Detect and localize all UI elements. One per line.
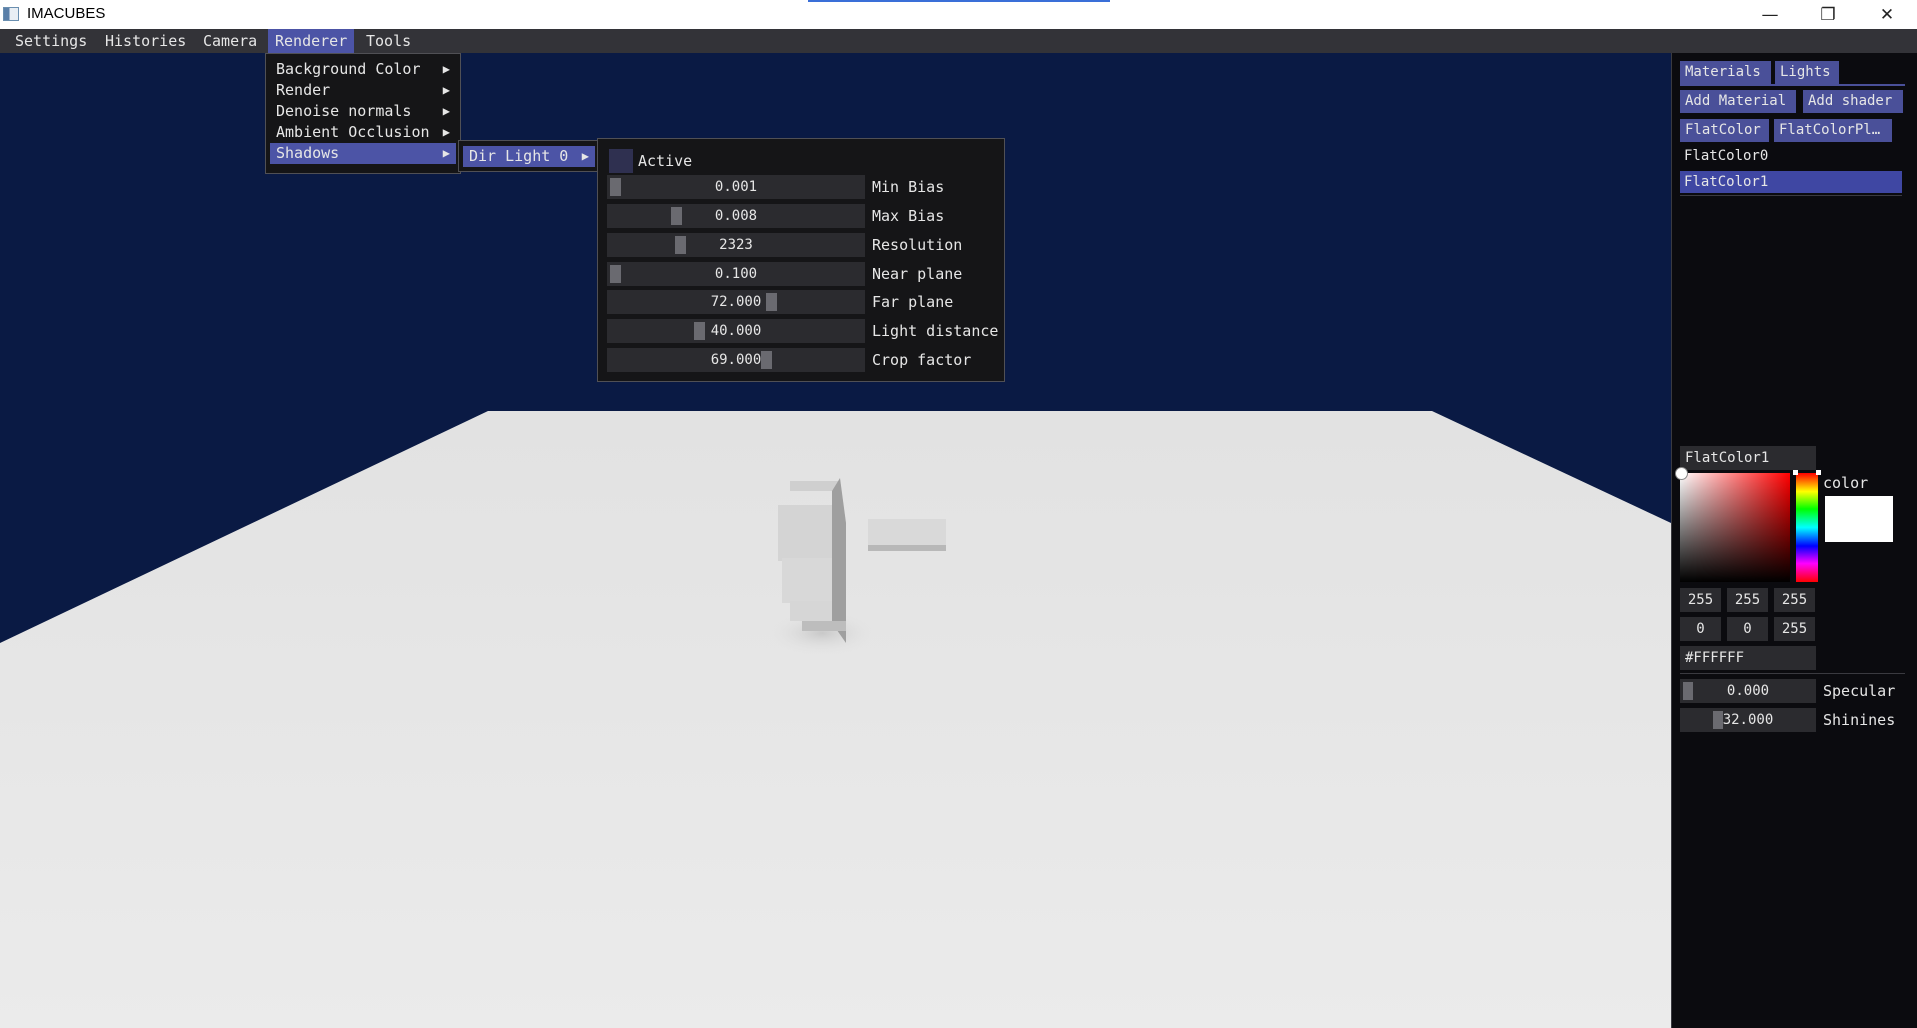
tab-underline: [1680, 84, 1905, 86]
menu-item-dir-light-0[interactable]: Dir Light 0 ▶: [463, 146, 595, 167]
minimize-icon[interactable]: —: [1741, 0, 1799, 29]
shininess-slider[interactable]: 32.000: [1680, 708, 1816, 732]
checkbox-icon[interactable]: [609, 149, 633, 173]
submenu-arrow-icon: ▶: [442, 62, 450, 76]
submenu-arrow-icon: ▶: [442, 83, 450, 97]
rgb-r-field[interactable]: 255: [1680, 588, 1721, 612]
slider-value: 2323: [719, 237, 753, 253]
window-title: IMACUBES: [27, 5, 106, 22]
shininess-label: Shinines: [1823, 711, 1896, 729]
submenu-arrow-icon: ▶: [442, 146, 450, 160]
tab-flatcolor[interactable]: FlatColor: [1680, 119, 1769, 142]
max-bias-label: Max Bias: [872, 207, 945, 225]
specular-slider[interactable]: 0.000: [1680, 679, 1816, 703]
restore-icon[interactable]: ❐: [1799, 0, 1857, 29]
hue-marker[interactable]: [1793, 470, 1821, 475]
far-plane-slider[interactable]: 72.000: [607, 290, 865, 314]
close-icon[interactable]: ✕: [1858, 0, 1916, 29]
slider-value: 72.000: [710, 294, 762, 310]
color-label: color: [1823, 474, 1869, 492]
menu-item-label: Dir Light 0: [469, 147, 569, 165]
min-bias-label: Min Bias: [872, 178, 945, 196]
color-swatch[interactable]: [1825, 496, 1893, 542]
menu-item-denoise-normals[interactable]: Denoise normals ▶: [270, 101, 456, 122]
hsv-v-field[interactable]: 255: [1774, 617, 1815, 641]
light-distance-slider[interactable]: 40.000: [607, 319, 865, 343]
material-name-field[interactable]: FlatColor1: [1680, 446, 1816, 470]
menu-item-render[interactable]: Render ▶: [270, 80, 456, 101]
menu-renderer[interactable]: Renderer: [268, 29, 355, 53]
light-distance-label: Light distance: [872, 322, 999, 340]
slider-value: 32.000: [1722, 712, 1774, 728]
menu-item-shadows[interactable]: Shadows ▶: [270, 143, 456, 164]
rgb-b-field[interactable]: 255: [1774, 588, 1815, 612]
submenu-arrow-icon: ▶: [581, 149, 589, 163]
titlebar-focus-indicator: [808, 0, 1110, 2]
crop-factor-label: Crop factor: [872, 351, 972, 369]
menu-item-label: Shadows: [276, 144, 340, 162]
menu-settings[interactable]: Settings: [8, 29, 94, 53]
slider-grab[interactable]: [1713, 711, 1723, 729]
slider-value: 0.100: [714, 266, 758, 282]
hex-field[interactable]: #FFFFFF: [1680, 646, 1816, 670]
color-picker-handle[interactable]: [1675, 467, 1688, 480]
window-titlebar: IMACUBES — ❐ ✕: [0, 0, 1917, 29]
slider-value: 69.000: [710, 352, 762, 368]
slider-value: 40.000: [710, 323, 762, 339]
renderer-menu: Background Color ▶ Render ▶ Denoise normal…: [265, 53, 461, 174]
near-plane-slider[interactable]: 0.100: [607, 262, 865, 286]
menu-item-ambient-occlusion[interactable]: Ambient Occlusion ▶: [270, 122, 456, 143]
active-label: Active: [638, 152, 693, 170]
specular-label: Specular: [1823, 682, 1896, 700]
hue-bar-icon[interactable]: [1796, 473, 1818, 582]
min-bias-slider[interactable]: 0.001: [607, 175, 865, 199]
menu-item-label: Background Color: [276, 60, 421, 78]
tab-lights[interactable]: Lights: [1775, 61, 1839, 84]
color-picker-icon[interactable]: [1680, 473, 1790, 582]
menu-item-label: Denoise normals: [276, 102, 412, 120]
add-material-button[interactable]: Add Material: [1680, 90, 1796, 113]
material-item-flatcolor0[interactable]: FlatColor0: [1680, 145, 1902, 167]
slider-value: 0.001: [714, 179, 758, 195]
tab-flatcolorpl[interactable]: FlatColorPl…: [1774, 119, 1892, 142]
materials-panel: Materials Lights Add Material Add shader…: [1671, 53, 1917, 1028]
menubar: Settings Histories Camera Renderer Tools: [0, 29, 1917, 53]
shadows-submenu: Dir Light 0 ▶: [458, 140, 600, 172]
slider-grab[interactable]: [1683, 682, 1693, 700]
list-divider: [1680, 195, 1902, 196]
panel-divider: [1680, 673, 1905, 674]
menu-item-label: Ambient Occlusion: [276, 123, 430, 141]
dir-light-panel: Active 0.001 Min Bias 0.008 Max Bias 2323 Res…: [597, 138, 1005, 382]
max-bias-slider[interactable]: 0.008: [607, 204, 865, 228]
material-item-flatcolor1[interactable]: FlatColor1: [1680, 171, 1902, 193]
resolution-label: Resolution: [872, 236, 963, 254]
menu-item-background-color[interactable]: Background Color ▶: [270, 59, 456, 80]
tab-materials[interactable]: Materials: [1680, 61, 1771, 84]
menu-histories[interactable]: Histories: [98, 29, 193, 53]
menu-camera[interactable]: Camera: [196, 29, 264, 53]
hsv-s-field[interactable]: 0: [1727, 617, 1768, 641]
slider-value: 0.008: [714, 208, 758, 224]
menu-tools[interactable]: Tools: [359, 29, 418, 53]
near-plane-label: Near plane: [872, 265, 963, 283]
menu-item-label: Render: [276, 81, 331, 99]
add-shader-button[interactable]: Add shader: [1803, 90, 1903, 113]
submenu-arrow-icon: ▶: [442, 125, 450, 139]
far-plane-label: Far plane: [872, 293, 954, 311]
slider-value: 0.000: [1726, 683, 1770, 699]
resolution-slider[interactable]: 2323: [607, 233, 865, 257]
crop-factor-slider[interactable]: 69.000: [607, 348, 865, 372]
app-icon: [3, 7, 19, 21]
rgb-g-field[interactable]: 255: [1727, 588, 1768, 612]
hsv-h-field[interactable]: 0: [1680, 617, 1721, 641]
submenu-arrow-icon: ▶: [442, 104, 450, 118]
